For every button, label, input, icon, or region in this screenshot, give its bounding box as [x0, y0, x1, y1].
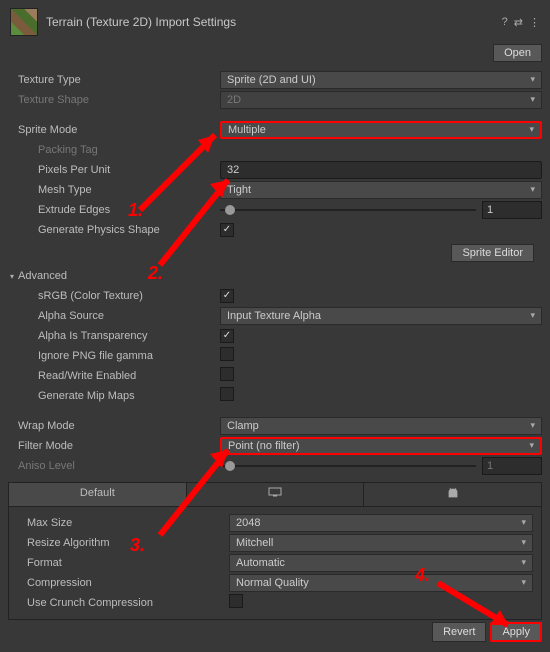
- mesh-type-dropdown[interactable]: Tight: [220, 181, 542, 199]
- generate-mipmaps-label: Generate Mip Maps: [8, 390, 220, 402]
- generate-physics-checkbox[interactable]: [220, 223, 234, 237]
- packing-tag-label: Packing Tag: [8, 144, 220, 156]
- resize-algorithm-dropdown[interactable]: Mitchell: [229, 534, 533, 552]
- annotation-label-1: 1.: [128, 200, 143, 221]
- crunch-compression-label: Use Crunch Compression: [17, 597, 229, 609]
- alpha-transparency-checkbox[interactable]: [220, 329, 234, 343]
- texture-shape-dropdown: 2D: [220, 91, 542, 109]
- annotation-label-4: 4.: [415, 565, 430, 586]
- ignore-png-gamma-label: Ignore PNG file gamma: [8, 350, 220, 362]
- wrap-mode-label: Wrap Mode: [8, 420, 220, 432]
- max-size-dropdown[interactable]: 2048: [229, 514, 533, 532]
- menu-icon[interactable]: ⋮: [529, 16, 540, 29]
- sprite-mode-label: Sprite Mode: [8, 124, 220, 136]
- aniso-level-label: Aniso Level: [8, 460, 220, 472]
- format-label: Format: [17, 557, 229, 569]
- inspector-title: Terrain (Texture 2D) Import Settings: [46, 15, 494, 29]
- texture-shape-label: Texture Shape: [8, 94, 220, 106]
- aniso-level-slider: [220, 457, 476, 475]
- preset-icon[interactable]: ⇄: [514, 16, 523, 29]
- alpha-transparency-label: Alpha Is Transparency: [8, 330, 220, 342]
- apply-button[interactable]: Apply: [490, 622, 542, 642]
- filter-mode-dropdown[interactable]: Point (no filter): [220, 437, 542, 455]
- annotation-label-3: 3.: [130, 535, 145, 556]
- generate-mipmaps-checkbox[interactable]: [220, 387, 234, 401]
- sprite-mode-dropdown[interactable]: Multiple: [220, 121, 542, 139]
- srgb-label: sRGB (Color Texture): [8, 290, 220, 302]
- help-icon[interactable]: ?: [502, 16, 508, 29]
- advanced-foldout[interactable]: Advanced: [8, 266, 542, 286]
- revert-button[interactable]: Revert: [432, 622, 486, 642]
- generate-physics-label: Generate Physics Shape: [8, 224, 220, 236]
- ignore-png-gamma-checkbox[interactable]: [220, 347, 234, 361]
- compression-label: Compression: [17, 577, 229, 589]
- pixels-per-unit-label: Pixels Per Unit: [8, 164, 220, 176]
- read-write-checkbox[interactable]: [220, 367, 234, 381]
- open-button[interactable]: Open: [493, 44, 542, 62]
- texture-type-label: Texture Type: [8, 74, 220, 86]
- tab-android[interactable]: [364, 483, 541, 506]
- wrap-mode-dropdown[interactable]: Clamp: [220, 417, 542, 435]
- format-dropdown[interactable]: Automatic: [229, 554, 533, 572]
- pixels-per-unit-input[interactable]: [220, 161, 542, 179]
- alpha-source-dropdown[interactable]: Input Texture Alpha: [220, 307, 542, 325]
- compression-dropdown[interactable]: Normal Quality: [229, 574, 533, 592]
- resize-algorithm-label: Resize Algorithm: [17, 537, 229, 549]
- annotation-label-2: 2.: [148, 263, 163, 284]
- srgb-checkbox[interactable]: [220, 289, 234, 303]
- max-size-label: Max Size: [17, 517, 229, 529]
- mesh-type-label: Mesh Type: [8, 184, 220, 196]
- crunch-compression-checkbox[interactable]: [229, 594, 243, 608]
- texture-type-dropdown[interactable]: Sprite (2D and UI): [220, 71, 542, 89]
- tab-default[interactable]: Default: [9, 483, 187, 506]
- aniso-level-value: [482, 457, 542, 475]
- filter-mode-label: Filter Mode: [8, 440, 220, 452]
- asset-thumbnail-icon: [10, 8, 38, 36]
- extrude-edges-value[interactable]: [482, 201, 542, 219]
- sprite-editor-button[interactable]: Sprite Editor: [451, 244, 534, 262]
- extrude-edges-slider[interactable]: [220, 201, 476, 219]
- alpha-source-label: Alpha Source: [8, 310, 220, 322]
- tab-standalone[interactable]: [187, 483, 365, 506]
- extrude-edges-label: Extrude Edges: [8, 204, 220, 216]
- read-write-label: Read/Write Enabled: [8, 370, 220, 382]
